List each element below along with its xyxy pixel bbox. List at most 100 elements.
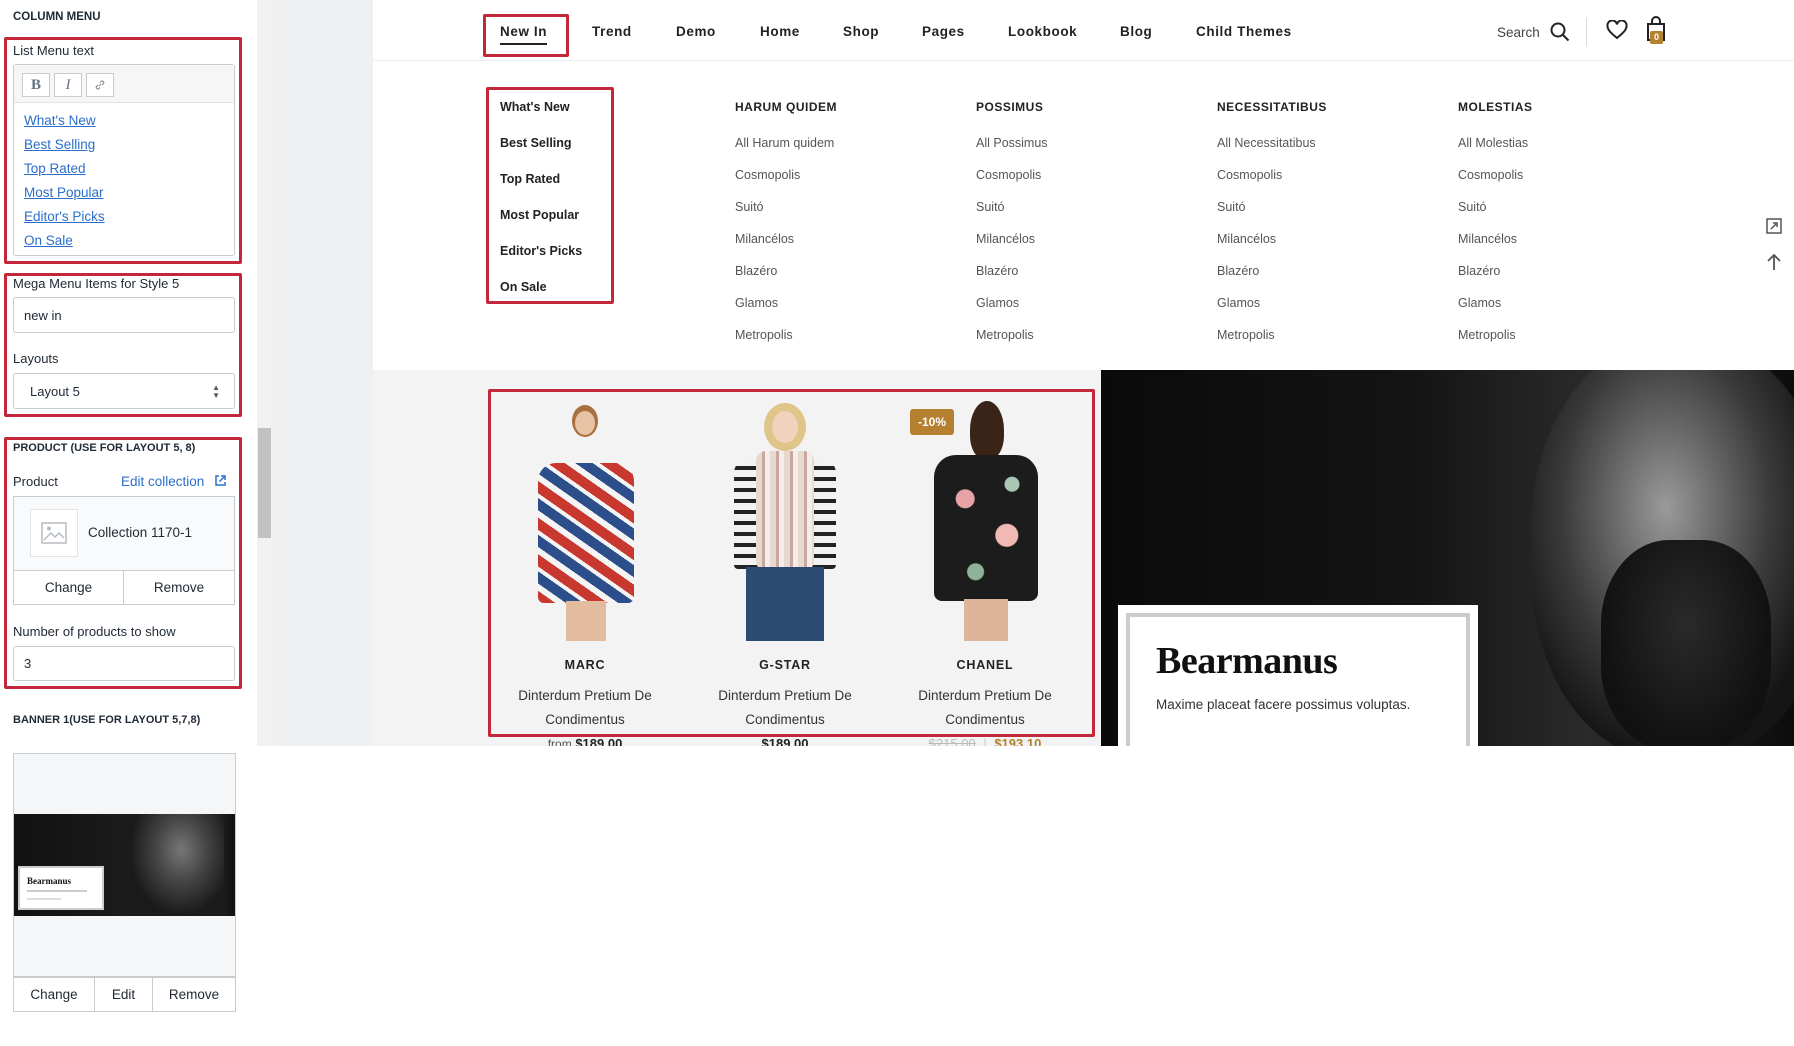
nav-lookbook[interactable]: Lookbook <box>1008 24 1077 39</box>
mega-col4-link[interactable]: All Molestias <box>1458 136 1528 150</box>
mega-items-input[interactable]: new in <box>13 297 235 333</box>
banner-text-inner: Bearmanus Maxime placeat facere possimus… <box>1126 613 1470 746</box>
mega-col1-link[interactable]: Blazéro <box>735 264 777 278</box>
mega-col3-link[interactable]: All Necessitatibus <box>1217 136 1316 150</box>
back-to-top-arrow-icon[interactable] <box>1766 253 1782 271</box>
mega-col1-link[interactable]: Cosmopolis <box>735 168 800 182</box>
search-label: Search <box>1497 25 1540 40</box>
mega-col4-link[interactable]: Metropolis <box>1458 328 1516 342</box>
mega-col2-link[interactable]: Metropolis <box>976 328 1034 342</box>
nav-home[interactable]: Home <box>760 24 800 39</box>
collection-card: Collection 1170-1 <box>13 496 235 570</box>
product-image-chanel[interactable]: -10% <box>900 399 1070 641</box>
rte-link-best-selling[interactable]: Best Selling <box>24 137 95 152</box>
product-name-chanel[interactable]: Dinterdum Pretium De Condimentus <box>900 684 1070 732</box>
mega-col1-link[interactable]: Milancélos <box>735 232 794 246</box>
link-icon <box>95 80 105 90</box>
mega-col2-link[interactable]: Glamos <box>976 296 1019 310</box>
mega-col4-link[interactable]: Cosmopolis <box>1458 168 1523 182</box>
mega-col2-link[interactable]: Suitó <box>976 200 1005 214</box>
product-name-marc[interactable]: Dinterdum Pretium De Condimentus <box>500 684 670 732</box>
mega-link-top-rated[interactable]: Top Rated <box>500 172 560 186</box>
product-count-input[interactable]: 3 <box>13 646 235 681</box>
banner-section-title: BANNER 1(USE FOR LAYOUT 5,7,8) <box>13 714 201 726</box>
header-search[interactable]: Search <box>1497 22 1570 42</box>
banner-text-box: Bearmanus Maxime placeat facere possimus… <box>1118 605 1478 746</box>
mega-col4-link[interactable]: Milancélos <box>1458 232 1517 246</box>
product-price-marc: from $189.00 <box>485 736 685 746</box>
mega-link-most-popular[interactable]: Most Popular <box>500 208 579 222</box>
mega-col1-link[interactable]: Suitó <box>735 200 764 214</box>
mega-col3-link[interactable]: Blazéro <box>1217 264 1259 278</box>
product-image-marc[interactable] <box>500 399 670 641</box>
nav-trend[interactable]: Trend <box>592 24 632 39</box>
italic-button[interactable]: I <box>54 73 82 97</box>
change-banner-button[interactable]: Change <box>13 977 95 1012</box>
mega-col2-link[interactable]: Milancélos <box>976 232 1035 246</box>
mega-col2-link[interactable]: Cosmopolis <box>976 168 1041 182</box>
mega-col4-link[interactable]: Glamos <box>1458 296 1501 310</box>
price-prefix: from <box>547 737 572 746</box>
banner-image[interactable]: Bearmanus Maxime placeat facere possimus… <box>1101 370 1794 746</box>
product-name-gstar[interactable]: Dinterdum Pretium De Condimentus <box>700 684 870 732</box>
mega-link-editors-picks[interactable]: Editor's Picks <box>500 244 582 258</box>
mega-col4-link[interactable]: Suitó <box>1458 200 1487 214</box>
mega-col1-link[interactable]: Metropolis <box>735 328 793 342</box>
mega-link-on-sale[interactable]: On Sale <box>500 280 547 294</box>
nav-demo[interactable]: Demo <box>676 24 716 39</box>
banner-subtitle: Maxime placeat facere possimus voluptas. <box>1156 697 1411 712</box>
layouts-select[interactable]: Layout 5 ▲ ▼ <box>13 373 235 409</box>
select-arrows-icon: ▲ ▼ <box>212 383 220 400</box>
nav-shop[interactable]: Shop <box>843 24 879 39</box>
rte-link-whats-new[interactable]: What's New <box>24 113 96 128</box>
mega-link-best-selling[interactable]: Best Selling <box>500 136 572 150</box>
wishlist-heart-icon[interactable] <box>1606 20 1628 40</box>
banner-thumbnail: Bearmanus <box>14 814 235 916</box>
nav-child-themes[interactable]: Child Themes <box>1196 24 1292 39</box>
nav-pages[interactable]: Pages <box>922 24 965 39</box>
mega-col3-heading: NECESSITATIBUS <box>1217 100 1327 114</box>
rte-link-editors-picks[interactable]: Editor's Picks <box>24 209 105 224</box>
highlight-mega-left-list <box>486 87 614 304</box>
link-button[interactable] <box>86 73 114 97</box>
banner-image-card[interactable]: Bearmanus <box>13 753 236 977</box>
preview-gutter <box>273 0 373 746</box>
bold-button[interactable]: B <box>22 73 50 97</box>
mega-col3-link[interactable]: Suitó <box>1217 200 1246 214</box>
mega-col3-link[interactable]: Cosmopolis <box>1217 168 1282 182</box>
mega-col1-heading: HARUM QUIDEM <box>735 100 837 114</box>
cart-count-badge: 0 <box>1650 31 1663 44</box>
mega-link-whats-new[interactable]: What's New <box>500 100 570 114</box>
product-image-gstar[interactable] <box>700 399 870 641</box>
mega-col3-link[interactable]: Glamos <box>1217 296 1260 310</box>
rte-link-top-rated[interactable]: Top Rated <box>24 161 86 176</box>
mega-col2-link[interactable]: All Possimus <box>976 136 1048 150</box>
cart-button[interactable]: 0 <box>1645 16 1667 46</box>
rte-link-on-sale[interactable]: On Sale <box>24 233 73 248</box>
rte-link-most-popular[interactable]: Most Popular <box>24 185 104 200</box>
mega-col3-link[interactable]: Metropolis <box>1217 328 1275 342</box>
change-collection-button[interactable]: Change <box>13 570 124 605</box>
panel-scrollbar-track[interactable] <box>257 0 273 746</box>
banner-thumb-box: Bearmanus <box>18 866 104 910</box>
nav-new-in[interactable]: New In <box>500 24 548 45</box>
remove-collection-button[interactable]: Remove <box>123 570 235 605</box>
floral-dress <box>934 455 1038 601</box>
edit-banner-button[interactable]: Edit <box>94 977 153 1012</box>
expand-icon[interactable] <box>1765 217 1783 235</box>
banner-thumb-line <box>27 890 87 892</box>
mega-col2-link[interactable]: Blazéro <box>976 264 1018 278</box>
mega-items-label: Mega Menu Items for Style 5 <box>13 276 180 291</box>
product-count-label: Number of products to show <box>13 624 176 639</box>
remove-banner-button[interactable]: Remove <box>152 977 236 1012</box>
rte-toolbar: B I <box>14 65 234 103</box>
mega-col1-link[interactable]: All Harum quidem <box>735 136 834 150</box>
mega-col1-link[interactable]: Glamos <box>735 296 778 310</box>
edit-collection-link[interactable]: Edit collection <box>121 474 227 489</box>
dress-print <box>538 463 634 603</box>
panel-scrollbar-thumb[interactable] <box>258 428 271 538</box>
nav-blog[interactable]: Blog <box>1120 24 1152 39</box>
mega-col3-link[interactable]: Milancélos <box>1217 232 1276 246</box>
mega-col4-link[interactable]: Blazéro <box>1458 264 1500 278</box>
rich-text-editor[interactable]: B I What's New Best Selling Top Rated Mo… <box>13 64 235 256</box>
